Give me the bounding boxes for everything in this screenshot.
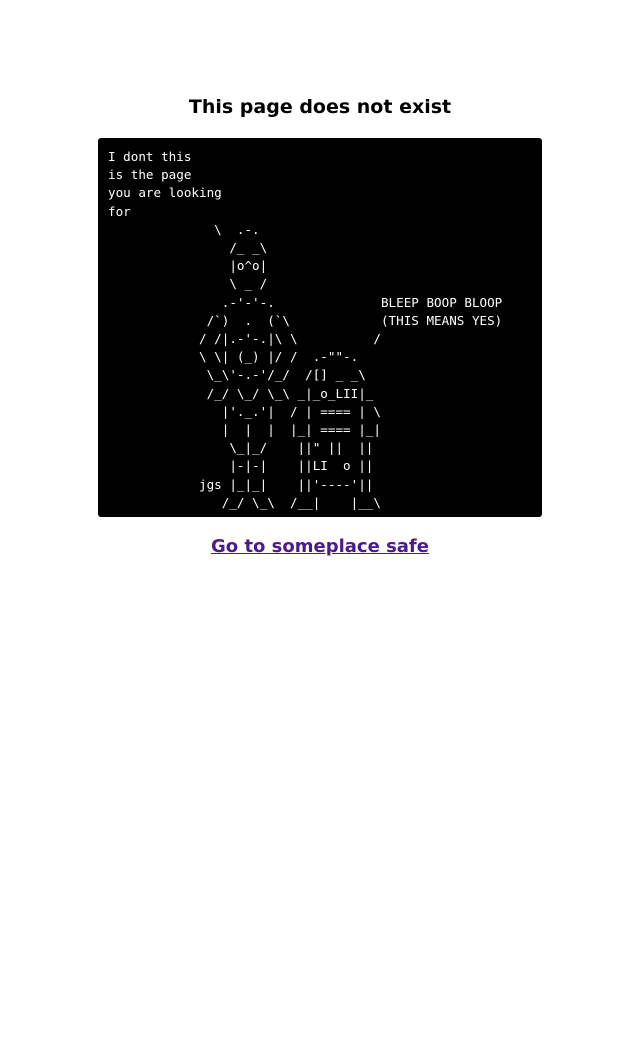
go-someplace-safe-link[interactable]: Go to someplace safe xyxy=(0,534,640,560)
page-title: This page does not exist xyxy=(188,96,452,118)
error-page: This page does not exist I dont this is … xyxy=(0,0,640,1056)
ascii-art-text: I dont this is the page you are looking … xyxy=(108,149,503,510)
ascii-art-panel: I dont this is the page you are looking … xyxy=(98,138,542,517)
